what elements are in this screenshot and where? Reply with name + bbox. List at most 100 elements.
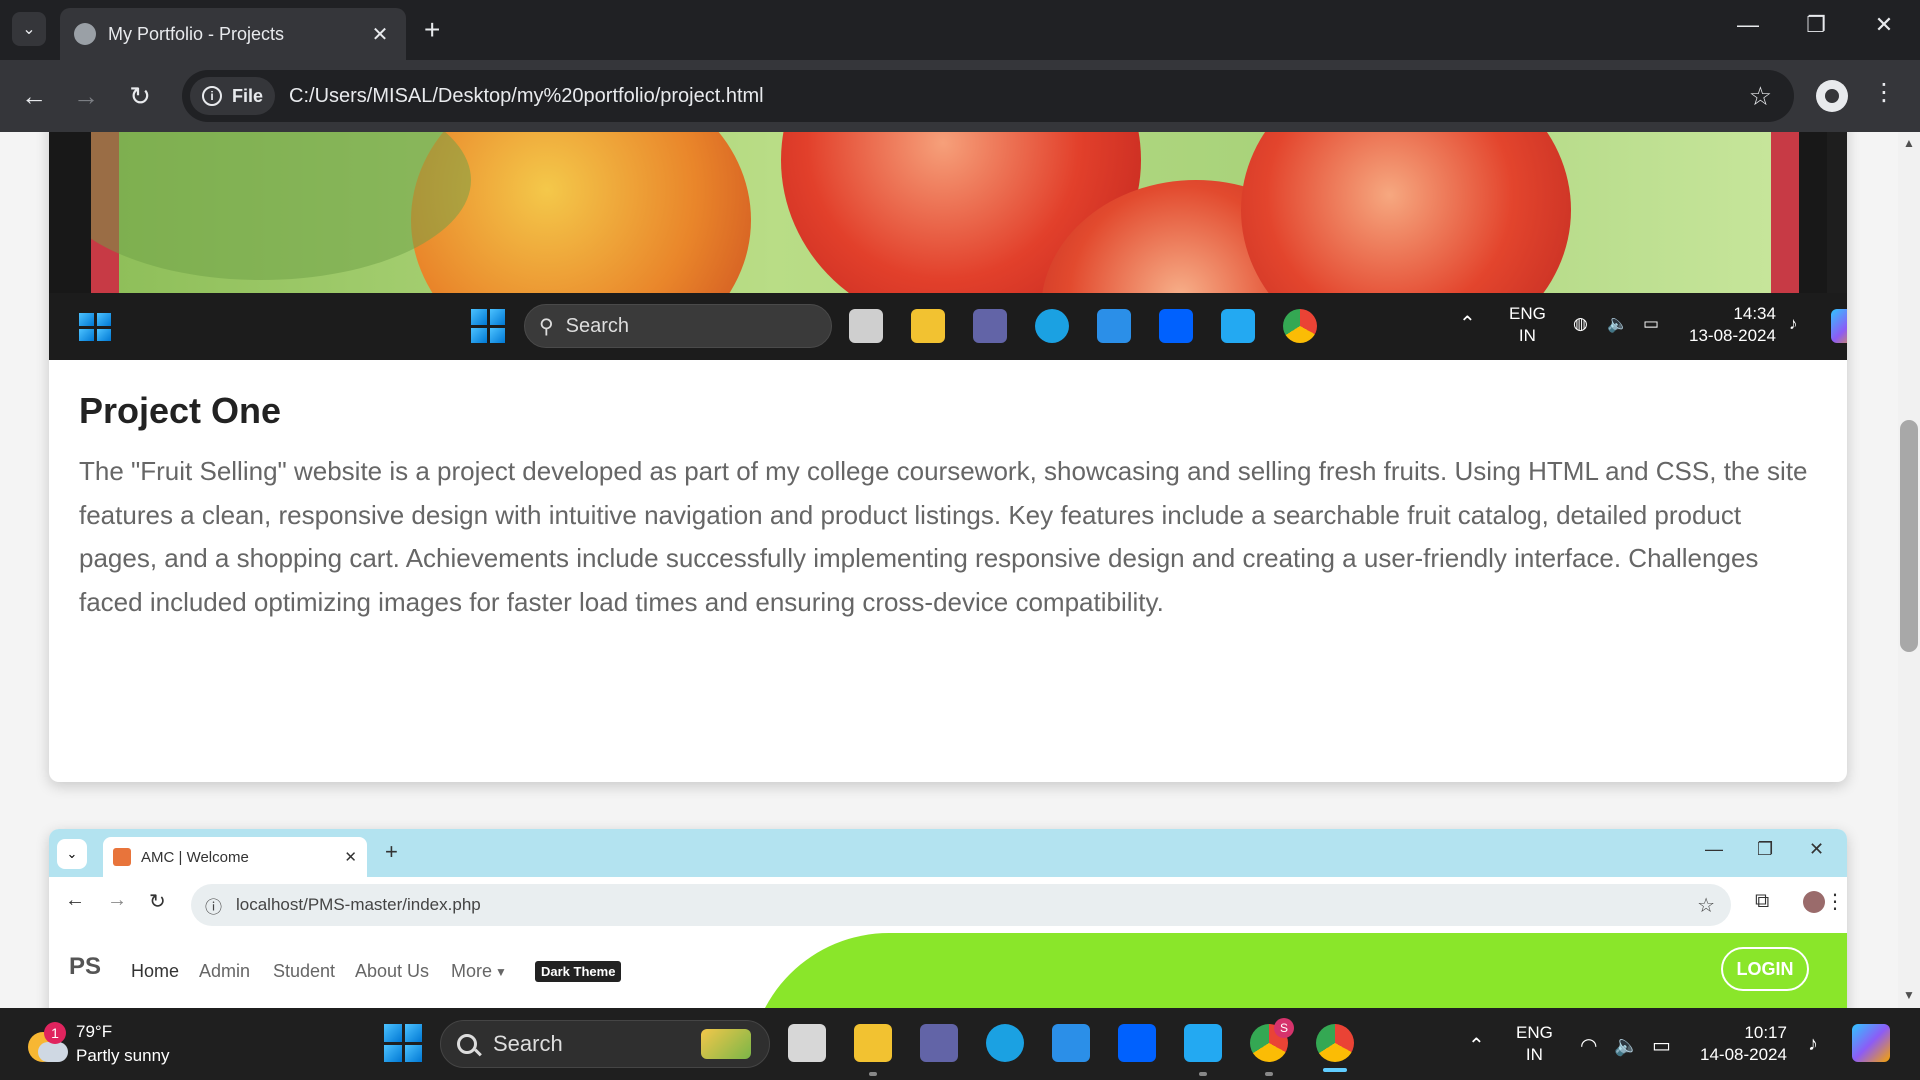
taskbar-search-label: Search [493,1031,563,1056]
project-description: The "Fruit Selling" website is a project… [79,456,1808,617]
browser-tabstrip: ⌄ My Portfolio - Projects ✕ + — ❐ ✕ [0,0,1920,60]
screenshot-tabstrip: ⌄ AMC | Welcome ✕ + — ❐ ✕ [49,829,1847,877]
teams-icon [973,309,1007,343]
new-tab-button[interactable]: + [424,14,440,46]
dropbox-icon [1159,309,1193,343]
restore-button[interactable]: ❐ [1796,12,1836,38]
profile-avatar[interactable] [1816,80,1848,112]
vscode-icon [1221,309,1255,343]
screenshot-reload-icon: ↻ [149,891,166,913]
info-icon: i [202,86,222,106]
screenshot-lang: ENG IN [1509,304,1546,345]
search-icon: ⚲ [539,315,554,338]
chevron-down-icon: ⌄ [22,21,36,38]
forward-button[interactable]: → [68,78,104,114]
chrome-profile-icon[interactable]: S [1250,1018,1294,1062]
chrome-profile-badge: S [1274,1018,1294,1038]
mail-icon [1097,309,1131,343]
site-info-label: File [232,85,264,106]
widgets-icon [79,313,111,341]
mail-icon[interactable] [1052,1024,1090,1062]
chevron-up-icon[interactable]: ⌃ [1468,1033,1485,1058]
task-view-icon[interactable] [788,1024,826,1062]
screenshot-close-icon: ✕ [1809,839,1825,859]
screenshot-star-icon: ☆ [1697,894,1715,917]
battery-icon[interactable]: ▭ [1652,1033,1671,1058]
page-viewport: ⚲ Search ⌃ ENG IN ◍ 🔈 ▭ 14:34 13-08-2024… [0,132,1898,1008]
screenshot-tab: AMC | Welcome ✕ [103,837,367,877]
wifi-icon[interactable]: ◠ [1580,1033,1597,1058]
project-card-one: ⚲ Search ⌃ ENG IN ◍ 🔈 ▭ 14:34 13-08-2024… [49,132,1847,782]
minimize-button[interactable]: — [1728,12,1768,38]
edge-icon [1035,309,1069,343]
teams-icon[interactable] [920,1024,958,1062]
windows-taskbar: 1 79°F Partly sunny Search S ⌃ ENG IN ◠ … [0,1008,1920,1080]
xampp-favicon-icon [113,848,131,866]
chrome-icon[interactable] [1316,1024,1354,1062]
screenshot-scrollbar [1827,132,1847,293]
notification-bell-icon: ♪ [1789,314,1798,333]
windows-start-icon [471,309,505,343]
menu-kebab-icon[interactable]: ⋮ [1872,78,1896,107]
browser-toolbar: ← → ↻ i File C:/Users/MISAL/Desktop/my%2… [0,60,1920,132]
corn-search-highlight-icon [701,1029,751,1059]
screenshot-tab-close-icon: ✕ [344,849,357,866]
browser-tab-active[interactable]: My Portfolio - Projects ✕ [60,8,406,60]
tab-close-button[interactable]: ✕ [368,22,392,47]
screenshot-restore-icon: ❐ [1757,839,1774,859]
notification-bell-icon[interactable]: ♪ [1808,1033,1818,1056]
close-window-button[interactable]: ✕ [1864,12,1904,38]
dropbox-icon[interactable] [1118,1024,1156,1062]
weather-condition: Partly sunny [76,1046,170,1065]
page-scrollbar[interactable]: ▲ ▼ [1898,132,1920,1008]
language-indicator[interactable]: ENG IN [1516,1022,1553,1066]
windows-start-icon[interactable] [384,1024,422,1062]
tab-search-button[interactable]: ⌄ [12,12,46,46]
screenshot-url: localhost/PMS-master/index.php [236,895,481,914]
network-globe-icon: ◍ [1573,314,1588,333]
weather-widget[interactable]: 79°F Partly sunny [76,1020,170,1068]
screenshot-tab-search-icon: ⌄ [57,839,87,869]
file-explorer-icon[interactable] [854,1024,892,1062]
copilot-icon[interactable] [1852,1024,1890,1062]
reload-button[interactable]: ↻ [122,78,158,114]
site-nav-about: About Us [355,961,430,981]
screenshot-info-icon: ⓘ [205,897,222,917]
site-info-chip[interactable]: i File [190,77,276,115]
taskbar-clock[interactable]: 10:17 14-08-2024 [1700,1022,1787,1066]
battery-icon: ▭ [1643,314,1660,333]
vscode-icon[interactable] [1184,1024,1222,1062]
screenshot-tab-title: AMC | Welcome [141,848,249,866]
globe-icon [74,23,96,45]
screenshot-clock: 14:34 13-08-2024 [1689,304,1776,345]
chrome-icon [1283,309,1317,343]
screenshot-extensions-icon: ⧉ [1755,890,1770,912]
screenshot-taskbar: ⚲ Search ⌃ ENG IN ◍ 🔈 ▭ 14:34 13-08-2024… [49,293,1847,360]
site-nav-student: Student [273,961,336,981]
apples-image [91,132,1799,293]
site-nav-more: More [451,961,493,981]
taskbar-search-box[interactable]: Search [440,1020,770,1068]
project-one-screenshot: ⚲ Search ⌃ ENG IN ◍ 🔈 ▭ 14:34 13-08-2024… [49,132,1847,360]
screenshot-avatar [1803,891,1825,913]
screenshot-new-tab-icon: + [385,839,398,864]
edge-icon[interactable] [986,1024,1024,1062]
scrollbar-thumb[interactable] [1900,420,1918,652]
screenshot-forward-icon: → [107,889,127,911]
site-logo: PS [69,953,102,980]
green-hero-shape [749,933,1847,1008]
weather-widget-icon[interactable]: 1 [28,1022,68,1062]
back-button[interactable]: ← [16,78,52,114]
site-nav-home: Home [131,961,180,981]
dark-theme-button: Dark Theme [535,961,622,982]
volume-icon[interactable]: 🔈 [1614,1033,1639,1058]
copilot-icon [1831,309,1847,343]
project-one-body: Project One The "Fruit Selling" website … [79,390,1819,624]
scroll-up-arrow-icon[interactable]: ▲ [1903,136,1915,150]
screenshot-kebab-icon: ⋮ [1825,891,1845,913]
url-text[interactable]: C:/Users/MISAL/Desktop/my%20portfolio/pr… [289,85,1749,108]
scroll-down-arrow-icon[interactable]: ▼ [1903,988,1915,1002]
project-card-two: ⌄ AMC | Welcome ✕ + — ❐ ✕ ← → ↻ ⓘ localh… [49,829,1847,1008]
bookmark-star-icon[interactable]: ☆ [1749,81,1772,112]
address-bar[interactable]: i File C:/Users/MISAL/Desktop/my%20portf… [182,70,1794,122]
